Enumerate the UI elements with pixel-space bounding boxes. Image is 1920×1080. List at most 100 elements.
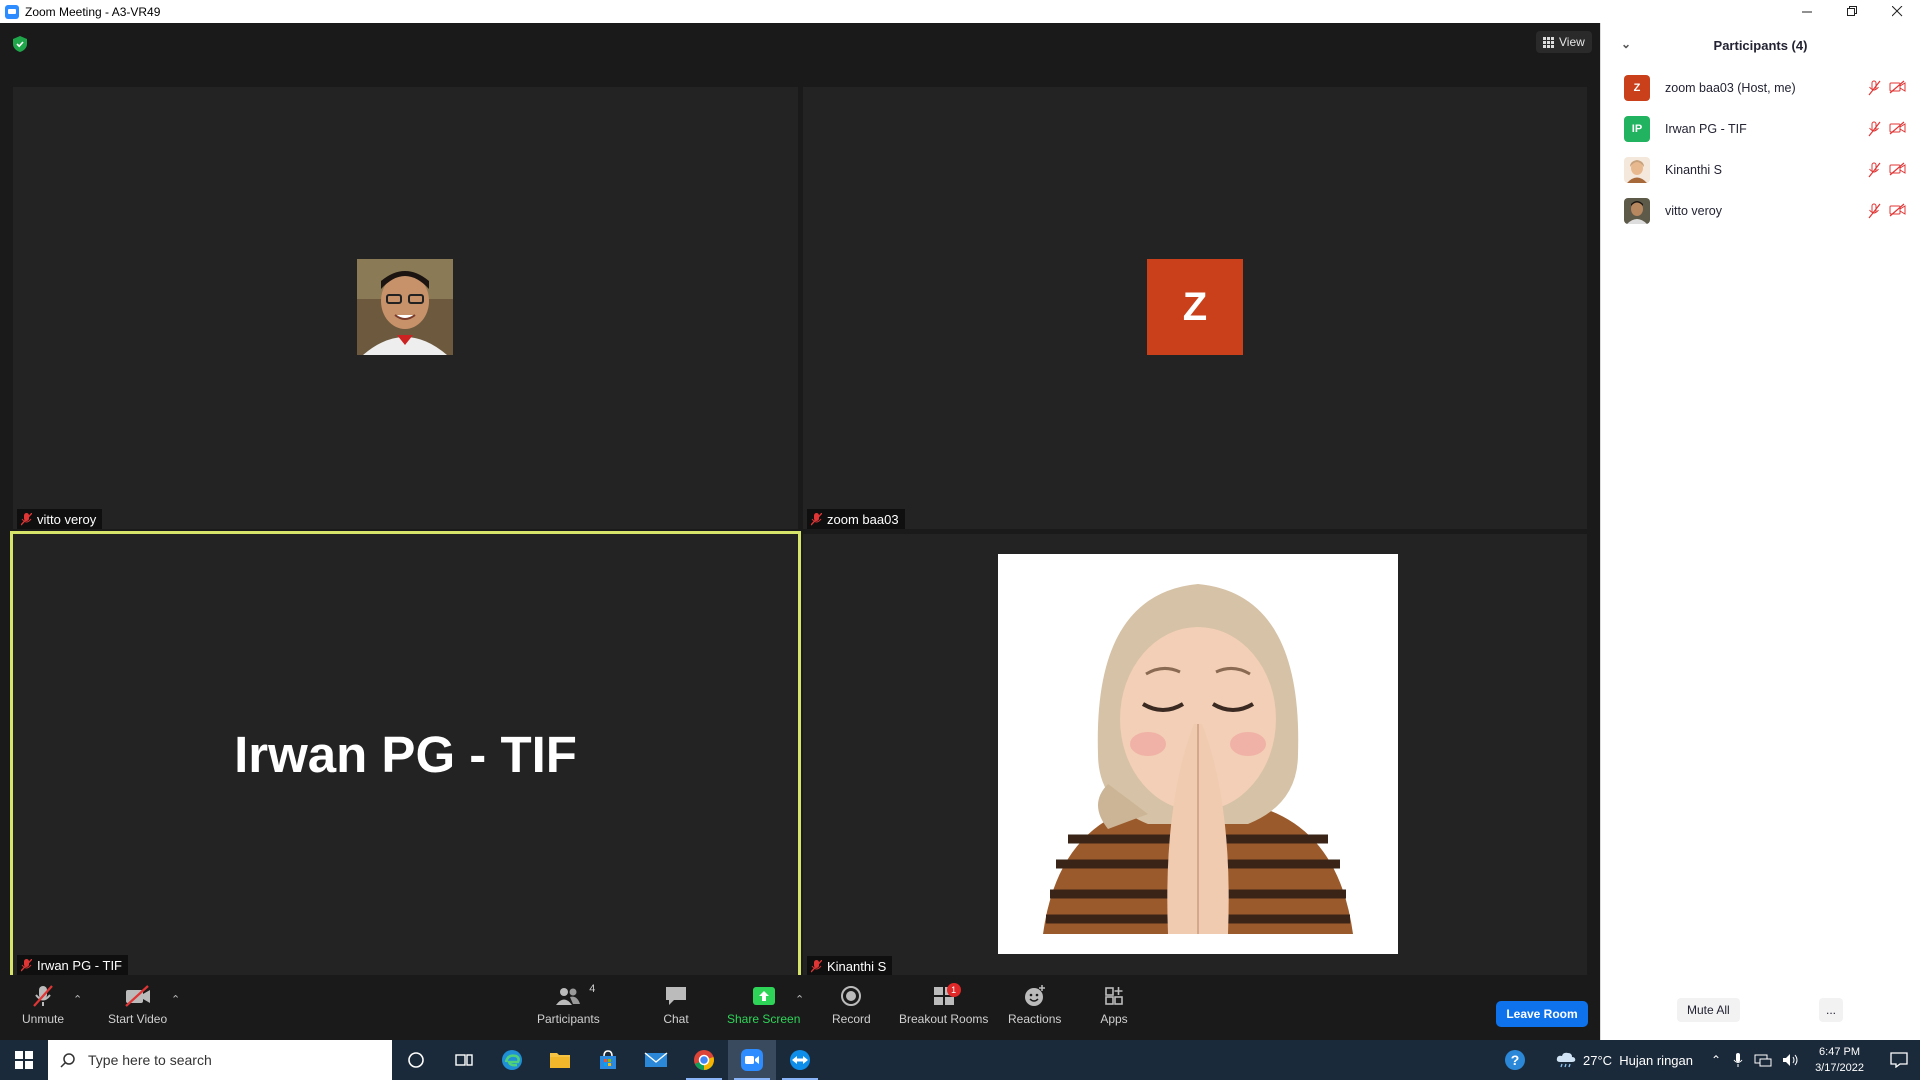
share-screen-button[interactable]: Share Screen <box>727 983 800 1026</box>
breakout-rooms-label: Breakout Rooms <box>899 1012 989 1026</box>
avatar <box>1624 156 1650 183</box>
chat-label: Chat <box>663 1012 689 1026</box>
muted-mic-icon <box>21 958 32 971</box>
participant-display-name: Irwan PG - TIF <box>234 726 577 783</box>
microphone-icon[interactable] <box>1732 1052 1744 1068</box>
apps-button[interactable]: Apps <box>1099 983 1129 1026</box>
minimize-button[interactable] <box>1785 0 1830 23</box>
participants-icon: 4 <box>553 983 595 1009</box>
name-tag-kinanthi: Kinanthi S <box>807 956 893 976</box>
chrome-icon[interactable] <box>680 1040 728 1080</box>
reactions-label: Reactions <box>1008 1012 1062 1026</box>
tile-name: vitto veroy <box>37 511 97 527</box>
video-options-caret[interactable]: ⌃ <box>171 993 180 1006</box>
share-options-caret[interactable]: ⌃ <box>795 993 804 1006</box>
file-explorer-icon[interactable] <box>536 1040 584 1080</box>
muted-mic-icon <box>1868 80 1881 96</box>
muted-mic-icon <box>1868 162 1881 178</box>
window-controls <box>1785 0 1920 23</box>
reactions-icon <box>1020 983 1050 1009</box>
participants-count: 4 <box>589 983 596 995</box>
video-tile-irwan[interactable]: Irwan PG - TIF Irwan PG - TIF <box>10 531 801 978</box>
restore-button[interactable] <box>1830 0 1875 23</box>
search-placeholder: Type here to search <box>88 1052 212 1068</box>
close-button[interactable] <box>1875 0 1920 23</box>
audio-options-caret[interactable]: ⌃ <box>73 993 82 1006</box>
zoom-icon[interactable] <box>728 1040 776 1080</box>
video-tile-zoom-baa03[interactable]: Z zoom baa03 <box>803 87 1587 529</box>
participant-name: zoom baa03 (Host, me) <box>1665 80 1796 95</box>
participants-panel-footer: Mute All ... <box>1601 980 1920 1040</box>
start-button[interactable] <box>0 1040 48 1080</box>
network-icon[interactable] <box>1754 1053 1772 1067</box>
participant-row[interactable]: Z zoom baa03 (Host, me) <box>1601 67 1920 108</box>
participant-row[interactable]: IP Irwan PG - TIF <box>1601 108 1920 149</box>
video-off-icon <box>1889 121 1906 135</box>
weather-text: 27°C Hujan ringan <box>1583 1052 1693 1068</box>
taskbar-search-box[interactable]: Type here to search <box>48 1040 392 1080</box>
participants-panel: ⌄ Participants (4) Z zoom baa03 (Host, m… <box>1600 23 1920 1040</box>
reactions-button[interactable]: Reactions <box>1008 983 1061 1026</box>
breakout-badge: 1 <box>946 983 961 997</box>
participants-label: Participants <box>537 1012 600 1026</box>
system-tray: ? 27°C Hujan ringan ⌃ 6:47 PM 3/17/2022 <box>1495 1040 1920 1080</box>
apps-label: Apps <box>1100 1012 1128 1026</box>
record-label: Record <box>832 1012 871 1026</box>
start-video-button[interactable]: Start Video <box>108 983 167 1026</box>
view-button[interactable]: View <box>1536 31 1592 53</box>
mail-icon[interactable] <box>632 1040 680 1080</box>
leave-room-button[interactable]: Leave Room <box>1496 1001 1588 1027</box>
avatar: Z <box>1624 74 1650 101</box>
meeting-toolbar: Unmute ⌃ Start Video ⌃ 4 Participants Ch… <box>0 975 1600 1040</box>
store-icon[interactable] <box>584 1040 632 1080</box>
muted-mic-icon <box>28 983 58 1009</box>
participant-photo-vitto <box>357 259 453 355</box>
encryption-shield-icon[interactable] <box>13 36 27 52</box>
muted-mic-icon <box>1868 203 1881 219</box>
chat-icon <box>661 983 691 1009</box>
mute-all-button[interactable]: Mute All <box>1677 998 1740 1022</box>
muted-mic-icon <box>21 512 32 525</box>
edge-icon[interactable] <box>488 1040 536 1080</box>
name-tag-vitto: vitto veroy <box>17 509 103 529</box>
participants-button[interactable]: 4 Participants <box>537 983 600 1026</box>
minimize-icon <box>1802 11 1812 13</box>
task-view-icon[interactable] <box>440 1040 488 1080</box>
avatar-initial: Z <box>1147 259 1243 355</box>
unmute-button[interactable]: Unmute <box>22 983 64 1026</box>
avatar <box>1624 197 1650 224</box>
more-options-button[interactable]: ... <box>1819 998 1843 1022</box>
memoji-image <box>998 554 1398 954</box>
chat-button[interactable]: Chat <box>661 983 691 1026</box>
weather-widget[interactable]: 27°C Hujan ringan <box>1535 1051 1705 1069</box>
muted-mic-icon <box>811 959 822 972</box>
video-off-icon <box>1889 203 1906 217</box>
video-tile-vitto[interactable]: vitto veroy <box>13 87 798 529</box>
restore-icon <box>1847 6 1857 16</box>
breakout-rooms-icon: 1 <box>929 983 961 1009</box>
volume-icon[interactable] <box>1782 1053 1800 1067</box>
collapse-chevron-icon[interactable]: ⌄ <box>1621 37 1631 51</box>
name-tag-zoom-baa03: zoom baa03 <box>807 509 905 529</box>
participant-row[interactable]: vitto veroy <box>1601 190 1920 231</box>
svg-text:?: ? <box>1511 1052 1520 1068</box>
windows-taskbar: Type here to search ? 27°C Hujan ringan … <box>0 1040 1920 1080</box>
participant-name: Kinanthi S <box>1665 162 1722 177</box>
search-icon <box>60 1053 75 1068</box>
taskbar-clock[interactable]: 6:47 PM 3/17/2022 <box>1805 1044 1878 1076</box>
video-off-icon <box>1889 162 1906 176</box>
close-icon <box>1892 6 1903 17</box>
tray-overflow-chevron-icon[interactable]: ⌃ <box>1705 1053 1727 1067</box>
breakout-rooms-button[interactable]: 1 Breakout Rooms <box>899 983 988 1026</box>
record-button[interactable]: Record <box>832 983 871 1026</box>
participant-name: vitto veroy <box>1665 203 1722 218</box>
muted-mic-icon <box>811 512 822 525</box>
participant-row[interactable]: Kinanthi S <box>1601 149 1920 190</box>
cortana-icon[interactable] <box>392 1040 440 1080</box>
notification-center-button[interactable] <box>1878 1052 1920 1068</box>
video-tile-kinanthi[interactable]: Kinanthi S <box>803 534 1587 976</box>
help-icon[interactable]: ? <box>1495 1049 1535 1071</box>
grid-view-icon <box>1543 36 1554 48</box>
teamviewer-icon[interactable] <box>776 1040 824 1080</box>
clock-date: 3/17/2022 <box>1815 1062 1864 1074</box>
